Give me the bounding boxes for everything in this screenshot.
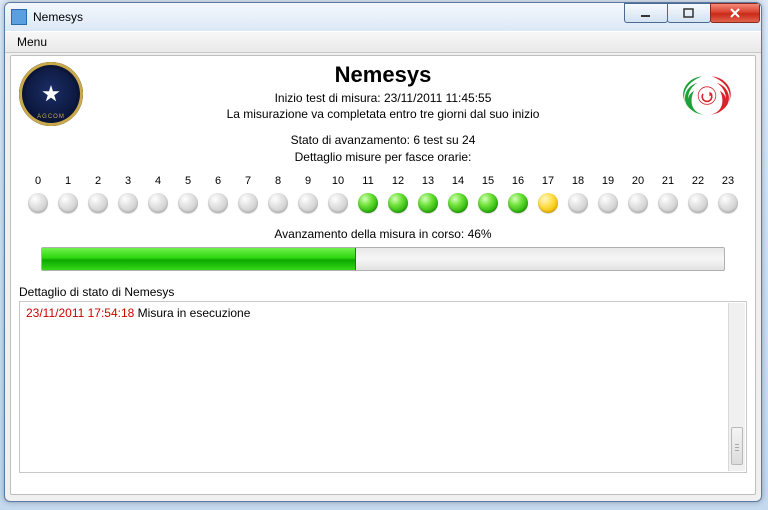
maximize-icon: [683, 8, 695, 18]
window-title: Nemesys: [33, 10, 625, 24]
log-box: 23/11/2011 17:54:18 Misura in esecuzione: [19, 301, 747, 473]
log-timestamp: 23/11/2011 17:54:18: [26, 306, 138, 320]
hour-dot: [118, 193, 138, 213]
minimize-icon: [640, 8, 652, 18]
hour-label: 21: [655, 175, 681, 187]
maximize-button[interactable]: [667, 3, 711, 23]
content-pane: AGCOM Nemesys: [10, 55, 756, 495]
progress-fill: [42, 248, 356, 270]
hour-label: 14: [445, 175, 471, 187]
hours-labels-row: 01234567891011121314151617181920212223: [19, 175, 747, 187]
hour-dot: [328, 193, 348, 213]
hour-dot: [88, 193, 108, 213]
hour-dot: [538, 193, 558, 213]
hour-dot: [148, 193, 168, 213]
scroll-thumb[interactable]: [731, 427, 743, 465]
close-icon: [729, 8, 741, 18]
app-title: Nemesys: [19, 62, 747, 88]
hour-dot: [448, 193, 468, 213]
window-buttons: [625, 7, 760, 27]
hour-label: 12: [385, 175, 411, 187]
app-window: Nemesys Menu AGCOM: [4, 2, 762, 502]
hour-dot: [208, 193, 228, 213]
hour-label: 18: [565, 175, 591, 187]
hour-label: 0: [25, 175, 51, 187]
progress-bar: [41, 247, 725, 271]
hour-dot: [238, 193, 258, 213]
hour-label: 1: [55, 175, 81, 187]
hour-dot: [58, 193, 78, 213]
hour-dot: [628, 193, 648, 213]
hour-label: 15: [475, 175, 501, 187]
hour-dot: [358, 193, 378, 213]
scrollbar[interactable]: [728, 303, 745, 471]
hour-label: 9: [295, 175, 321, 187]
deadline-note: La misurazione va completata entro tre g…: [19, 106, 747, 122]
agcom-logo: AGCOM: [19, 62, 83, 126]
status-heading: Dettaglio di stato di Nemesys: [19, 285, 747, 299]
hour-label: 22: [685, 175, 711, 187]
app-icon: [11, 9, 27, 25]
log-content: 23/11/2011 17:54:18 Misura in esecuzione: [26, 306, 726, 320]
hour-label: 19: [595, 175, 621, 187]
hour-dot: [268, 193, 288, 213]
hour-dot: [478, 193, 498, 213]
hours-dots-row: [19, 193, 747, 213]
hour-label: 23: [715, 175, 741, 187]
hour-dot: [508, 193, 528, 213]
progress-state: Stato di avanzamento: 6 test su 24: [19, 132, 747, 148]
hour-label: 2: [85, 175, 111, 187]
agcom-text: AGCOM: [37, 114, 65, 120]
hour-label: 5: [175, 175, 201, 187]
log-line: 23/11/2011 17:54:18 Misura in esecuzione: [26, 306, 726, 320]
hour-label: 6: [205, 175, 231, 187]
star-icon: [42, 85, 60, 103]
hours-heading: Dettaglio misure per fasce orarie:: [19, 149, 747, 165]
hour-dot: [568, 193, 588, 213]
hour-dot: [718, 193, 738, 213]
close-button[interactable]: [710, 3, 760, 23]
hour-dot: [688, 193, 708, 213]
hour-dot: [418, 193, 438, 213]
header-zone: AGCOM Nemesys: [19, 62, 747, 165]
progress-label: Avanzamento della misura in corso: 46%: [19, 227, 747, 241]
hour-label: 7: [235, 175, 261, 187]
hour-dot: [598, 193, 618, 213]
hour-dot: [658, 193, 678, 213]
menubar: Menu: [5, 31, 761, 53]
menu-item-menu[interactable]: Menu: [9, 33, 55, 51]
nemesys-logo: [667, 62, 747, 126]
hour-label: 11: [355, 175, 381, 187]
hour-label: 4: [145, 175, 171, 187]
minimize-button[interactable]: [624, 3, 668, 23]
start-time-label: Inizio test di misura: 23/11/2011 11:45:…: [19, 90, 747, 106]
hour-dot: [178, 193, 198, 213]
hour-label: 10: [325, 175, 351, 187]
hour-label: 3: [115, 175, 141, 187]
hour-label: 13: [415, 175, 441, 187]
hour-dot: [388, 193, 408, 213]
titlebar[interactable]: Nemesys: [5, 3, 761, 31]
hour-label: 16: [505, 175, 531, 187]
hours-area: 01234567891011121314151617181920212223: [19, 175, 747, 213]
hour-label: 17: [535, 175, 561, 187]
hour-label: 20: [625, 175, 651, 187]
hour-dot: [28, 193, 48, 213]
log-message: Misura in esecuzione: [138, 306, 251, 320]
hour-dot: [298, 193, 318, 213]
hour-label: 8: [265, 175, 291, 187]
